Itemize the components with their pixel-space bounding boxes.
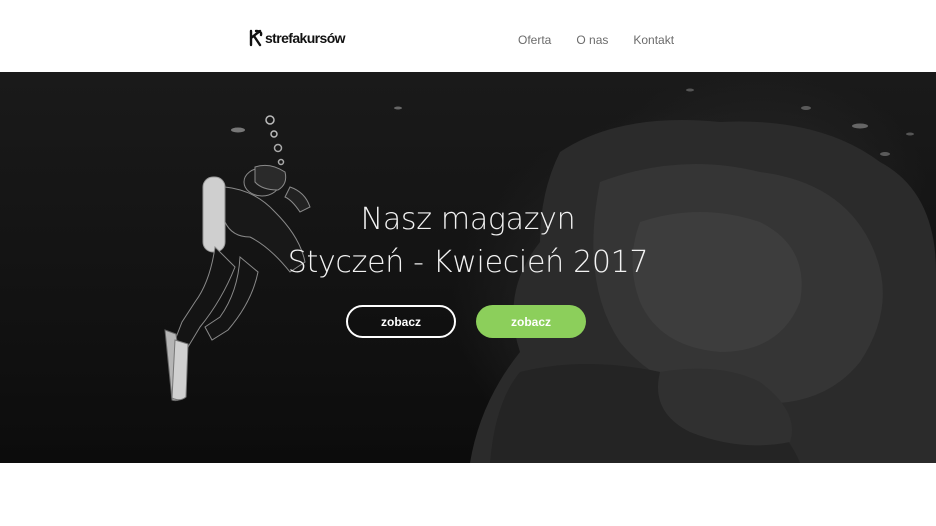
hero-banner: Nasz magazyn Styczeń - Kwiecień 2017 zob… xyxy=(0,72,936,463)
site-logo[interactable]: strefakursów xyxy=(249,28,346,48)
site-header: strefakursów Oferta O nas Kontakt xyxy=(0,0,936,72)
nav-link-kontakt[interactable]: Kontakt xyxy=(633,33,674,47)
nav-link-oferta[interactable]: Oferta xyxy=(518,33,551,47)
logo-mark-icon xyxy=(249,29,263,47)
zobacz-green-button[interactable]: zobacz xyxy=(476,305,586,338)
nav-link-o-nas[interactable]: O nas xyxy=(576,33,608,47)
hero-title-line-1: Nasz magazyn xyxy=(360,202,576,237)
content-area xyxy=(0,463,936,526)
hero-title-line-2: Styczeń - Kwiecień 2017 xyxy=(287,245,649,280)
zobacz-outline-button[interactable]: zobacz xyxy=(346,305,456,338)
main-nav: Oferta O nas Kontakt xyxy=(518,33,674,47)
logo-text: strefakursów xyxy=(265,30,346,46)
